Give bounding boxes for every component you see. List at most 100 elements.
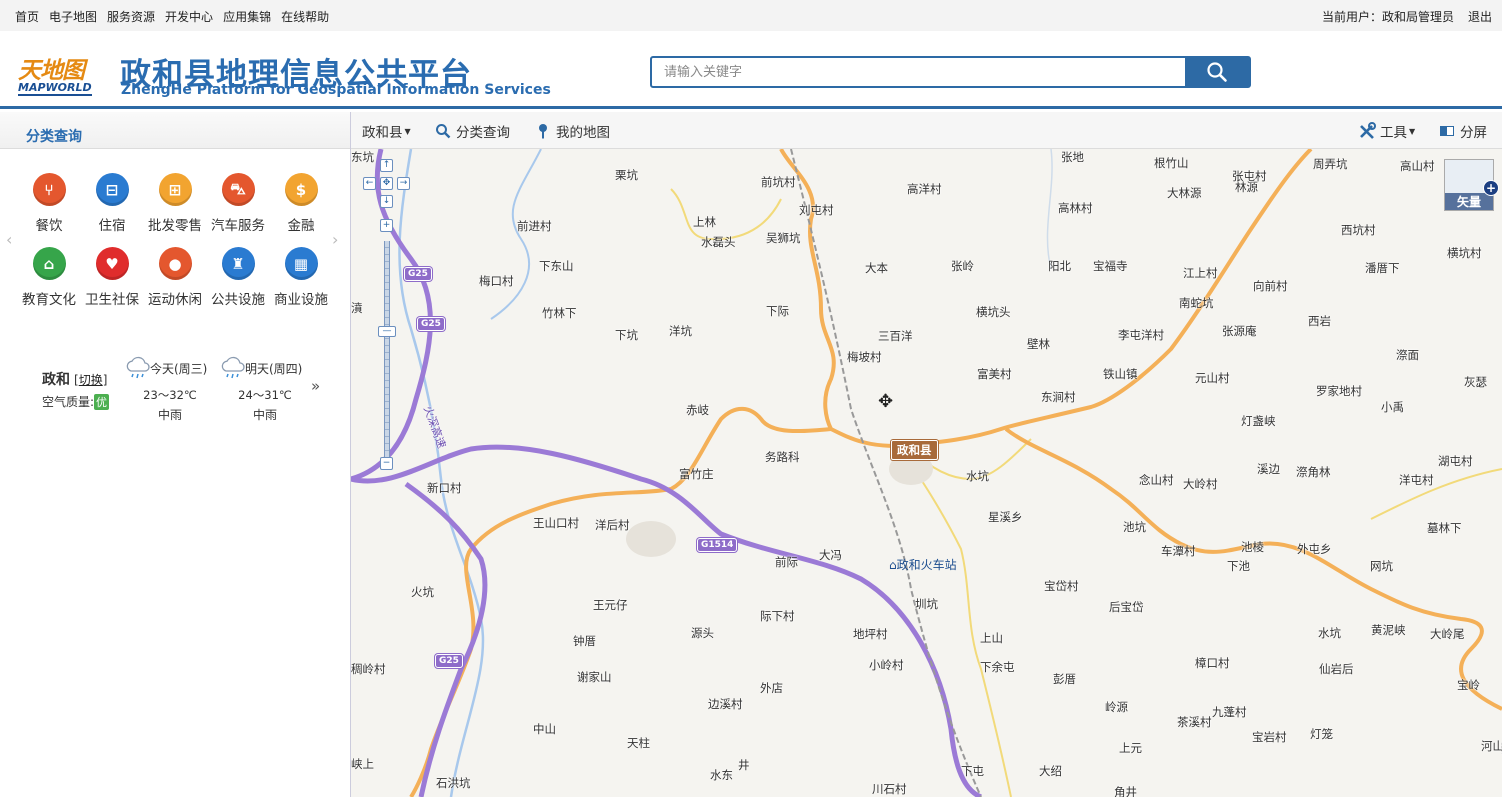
weather-switch-link[interactable]: [切换] [74,373,107,387]
train-station-icon: ⌂ [889,558,897,572]
category-label: 教育文化 [22,292,76,308]
split-screen-button[interactable]: 分屏 [1440,121,1487,141]
pan-center-button[interactable]: ✥ [380,177,393,190]
place-label: 大林源 [1167,186,1202,200]
category-lodging[interactable]: ⊟ 住宿 [79,173,145,234]
category-commercial[interactable]: ▦ 商业设施 [268,247,334,308]
category-health[interactable]: ♥ 卫生社保 [79,247,145,308]
zoom-in-button[interactable]: + [380,219,393,232]
user-box: 当前用户： 政和局管理员 退出 [1322,8,1492,25]
category-label: 卫生社保 [85,292,139,308]
category-dining[interactable]: ⑂ 餐饮 [16,173,82,234]
place-label: 上林 [693,215,716,229]
category-query-button[interactable]: 分类查询 [435,121,510,141]
place-label: 宝福寺 [1093,259,1128,273]
place-label: 壁林 [1027,337,1050,351]
place-label: 周弄坑 [1313,157,1348,171]
pan-left-button[interactable]: ← [363,177,376,190]
place-label: 江上村 [1183,266,1218,280]
nav-app-collection[interactable]: 应用集锦 [223,8,271,25]
category-auto-service[interactable]: ⛍ 汽车服务 [205,173,271,234]
place-label: 水坑 [966,469,989,483]
place-label: 吴狮坑 [766,231,801,245]
category-public-facilities[interactable]: ♜ 公共设施 [205,247,271,308]
category-sports[interactable]: ● 运动休闲 [142,247,208,308]
weather-today: 今天(周三) 23～32℃ 中雨 [122,356,218,423]
place-label: 栗坑 [615,168,638,182]
nav-home[interactable]: 首页 [15,8,39,25]
zoom-slider-track[interactable] [384,241,390,459]
search-icon [436,124,451,139]
weather-tomorrow: 明天(周四) 24～31℃ 中雨 [217,356,313,423]
air-quality: 空气质量: 优 [42,393,110,410]
map-canvas[interactable]: G25 G25 G25 G1514 火深高速 政和县 ⌂政和火车站 张地 根竹山周… [351,149,1502,797]
weather-desc: 中雨 [252,408,277,422]
place-label: 石洪坑 [436,776,471,790]
map-toolbar: 政和县 ▼ 分类查询 我的地图 工具 ▼ 分屏 [351,112,1502,149]
train-station-label[interactable]: ⌂政和火车站 [889,556,957,573]
place-label: 张岭 [951,259,974,273]
search-input[interactable] [652,58,1185,86]
place-label: 水坑 [1318,626,1341,640]
place-label: 小禹 [1381,400,1404,414]
category-retail[interactable]: ⊞ 批发零售 [142,173,208,234]
weather-city: 政和 [切换] [42,369,107,389]
school-icon: ⌂ [32,247,66,280]
building-icon: ▦ [284,247,318,280]
place-label: 小岭村 [869,658,904,672]
place-label: 张屯村 [1232,169,1267,183]
place-label: 灯笼 [1310,727,1333,741]
pan-up-button[interactable]: ↑ [380,159,393,172]
map-type-switcher[interactable]: 矢量 + [1444,159,1499,211]
place-label: 新口村 [427,481,462,495]
place-label: 边溪村 [708,697,743,711]
nav-dev-center[interactable]: 开发中心 [165,8,213,25]
air-quality-label: 空气质量: [42,395,95,409]
search-button[interactable] [1185,58,1249,86]
zoom-slider-thumb[interactable]: — [378,326,396,337]
weather-widget: 政和 [切换] 空气质量: 优 今天(周三) 23～32℃ 中雨 明天(周四) 24… [0,352,351,432]
pan-right-button[interactable]: → [397,177,410,190]
mapworld-logo[interactable]: 天地图 MAPWORLD [18,51,102,99]
region-dropdown[interactable]: 政和县 ▼ [362,121,411,141]
my-map-button[interactable]: 我的地图 [537,121,610,141]
place-label: 前坑村 [761,175,796,189]
place-label: 大绍 [1039,764,1062,778]
split-screen-label: 分屏 [1460,125,1487,141]
current-user-name[interactable]: 政和局管理员 [1382,8,1454,25]
category-finance[interactable]: $ 金融 [268,173,334,234]
pan-down-button[interactable]: ↓ [380,195,393,208]
category-query-label: 分类查询 [456,125,510,141]
place-label: 后宝岱 [1109,600,1144,614]
place-label: 前进村 [517,219,552,233]
place-label: 稠岭村 [351,662,386,676]
county-label[interactable]: 政和县 [891,440,938,460]
nav-online-help[interactable]: 在线帮助 [281,8,329,25]
nav-electronic-map[interactable]: 电子地图 [49,8,97,25]
place-label: 根竹山 [1154,156,1189,170]
category-education[interactable]: ⌂ 教育文化 [16,247,82,308]
prev-arrow-icon[interactable]: ‹ [6,230,12,249]
place-label: 元山村 [1195,371,1230,385]
tools-dropdown[interactable]: 工具 ▼ [1358,121,1415,141]
my-map-label: 我的地图 [556,125,610,141]
category-label: 汽车服务 [211,218,265,234]
place-label: 濆 [351,301,363,315]
place-label: 下余屯 [980,660,1015,674]
weather-more-button[interactable]: » [311,377,320,395]
place-label: 梅坡村 [847,350,882,364]
category-panel-header: 分类查询 [0,112,350,149]
zoom-out-button[interactable]: − [380,457,393,470]
place-label: 谢家山 [577,670,612,684]
place-label: 前际 [775,555,798,569]
place-label: 车潭村 [1161,544,1196,558]
place-label: 横坑村 [1447,246,1482,260]
nav-service-resources[interactable]: 服务资源 [107,8,155,25]
air-quality-badge: 优 [94,394,110,410]
weather-city-name: 政和 [42,372,70,388]
expand-plus-icon[interactable]: + [1483,180,1499,196]
map-pin-icon [539,124,547,139]
logout-link[interactable]: 退出 [1468,8,1492,25]
place-label: 赤岐 [686,403,709,417]
place-label: 角井 [1114,785,1137,797]
